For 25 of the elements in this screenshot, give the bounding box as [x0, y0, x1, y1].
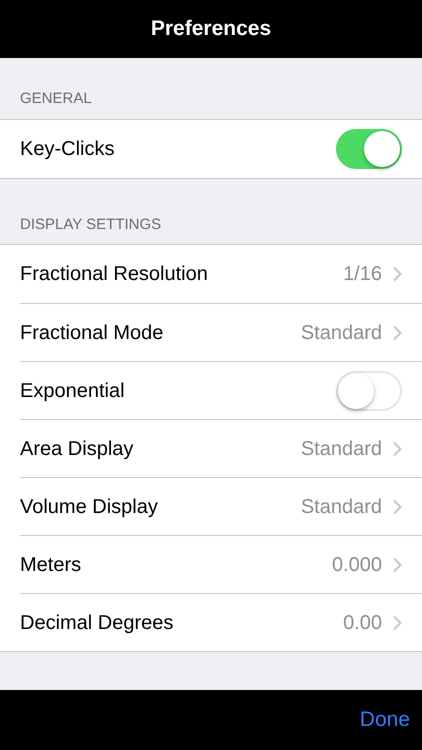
chevron-icon: [392, 440, 402, 456]
row-label: Key-Clicks: [20, 136, 116, 162]
row-value[interactable]: 0.000: [332, 550, 382, 580]
chevron-icon: [392, 324, 402, 340]
row-value[interactable]: 0.00: [343, 608, 382, 638]
row-label: Fractional Mode: [20, 320, 164, 346]
row-label: Decimal Degrees: [20, 610, 174, 636]
row-label: Exponential: [20, 378, 126, 404]
row-value[interactable]: Standard: [300, 318, 382, 348]
chevron-icon: [392, 498, 402, 514]
row-label: Volume Display: [20, 494, 159, 520]
chevron-icon: [392, 266, 402, 282]
chevron-icon: [392, 614, 402, 630]
section-header: DISPLAY SETTINGS: [20, 216, 162, 232]
row-label: Area Display: [20, 436, 134, 462]
chevron-icon: [392, 556, 402, 572]
row-value[interactable]: 1/16: [343, 259, 382, 289]
section-header: GENERAL: [20, 90, 92, 107]
row-value[interactable]: Standard: [300, 434, 382, 464]
toggle-switch[interactable]: [336, 128, 402, 168]
row-label: Meters: [20, 552, 82, 578]
row-value[interactable]: Standard: [300, 492, 382, 522]
screen-title: Preferences: [150, 16, 272, 42]
row-label: Fractional Resolution: [20, 262, 209, 287]
done-button[interactable]: Done: [360, 704, 410, 736]
